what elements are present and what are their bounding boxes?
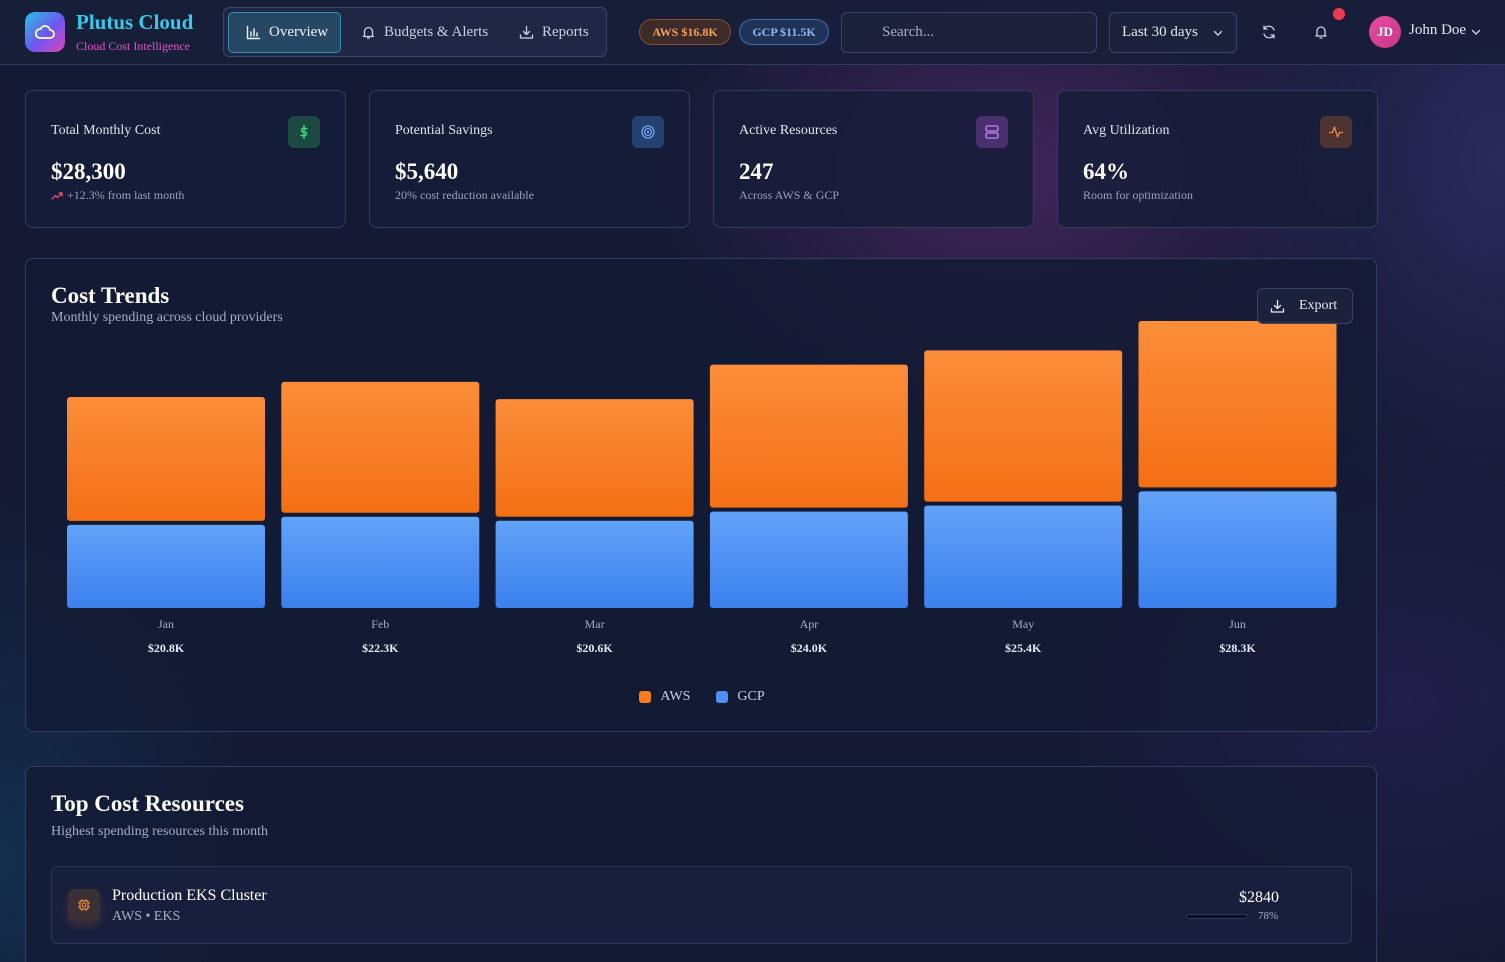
refresh-button[interactable]	[1255, 18, 1283, 46]
tab-budgets-alerts[interactable]: Budgets & Alerts	[361, 12, 511, 53]
main-nav: Overview Budgets & Alerts Reports	[223, 7, 607, 57]
x-tick-label: Mar	[585, 617, 605, 631]
brand-tagline: Cloud Cost Intelligence	[76, 39, 190, 53]
aws-cost-badge[interactable]: AWS $16.8K	[639, 19, 731, 45]
legend-label-gcp: GCP	[737, 689, 765, 704]
server-icon	[976, 116, 1008, 148]
stat-subtext-label: +12.3% from last month	[67, 188, 185, 202]
stat-value: $5,640	[395, 159, 459, 184]
brand-name: Plutus Cloud	[76, 10, 194, 34]
x-tick-label: Apr	[800, 617, 819, 631]
legend-swatch-aws	[639, 691, 652, 703]
download-icon	[1270, 299, 1285, 313]
date-range-value: Last 30 days	[1122, 24, 1198, 40]
bar-gcp-apr[interactable]	[709, 511, 908, 608]
stat-title: Total Monthly Cost	[51, 123, 161, 138]
bar-aws-jun[interactable]	[1138, 321, 1337, 488]
resource-meta: AWS • EKS	[112, 909, 181, 924]
dollar-icon	[288, 116, 320, 148]
stat-card-active-resources: Active Resources 247 Across AWS & GCP	[713, 90, 1034, 228]
tab-overview-label: Overview	[269, 24, 329, 40]
bar-chart-icon	[246, 25, 261, 40]
search-input[interactable]: Search...	[841, 12, 1097, 53]
bar-total-label: $20.8K	[148, 641, 185, 655]
activity-icon	[1320, 116, 1352, 148]
stat-card-potential-savings: Potential Savings $5,640 20% cost reduct…	[369, 90, 690, 228]
stat-subtext: +12.3% from last month	[51, 188, 184, 203]
user-name[interactable]: John Doe	[1409, 22, 1466, 39]
refresh-icon	[1263, 25, 1275, 39]
bar-total-label: $25.4K	[1005, 641, 1042, 655]
x-tick-label: May	[1012, 617, 1034, 631]
utilization-percent: 78%	[1258, 910, 1279, 922]
tab-budgets-alerts-label: Budgets & Alerts	[384, 24, 489, 40]
resource-name: Production EKS Cluster	[112, 887, 267, 904]
cost-trends-subtitle: Monthly spending across cloud providers	[51, 310, 283, 325]
legend-item-aws[interactable]: AWS	[639, 689, 690, 705]
bar-aws-mar[interactable]	[495, 399, 694, 517]
chevron-down-icon[interactable]	[1470, 26, 1482, 38]
bar-aws-jan[interactable]	[67, 397, 265, 521]
export-button[interactable]: Export	[1257, 288, 1353, 324]
stat-subtext: Room for optimization	[1083, 188, 1193, 202]
utilization-bar	[1186, 914, 1248, 919]
cpu-icon	[68, 889, 100, 921]
top-cost-resources-panel: Top Cost Resources Highest spending reso…	[25, 766, 1377, 962]
notifications-button[interactable]	[1307, 18, 1335, 46]
bar-total-label: $24.0K	[791, 641, 828, 655]
gcp-cost-badge[interactable]: GCP $11.5K	[739, 19, 829, 45]
chevron-down-icon	[1213, 30, 1223, 36]
top-bar: Plutus Cloud Cloud Cost Intelligence Ove…	[0, 0, 1505, 65]
bar-gcp-jun[interactable]	[1138, 491, 1337, 608]
stat-value: 64%	[1083, 159, 1129, 184]
top-resources-subtitle: Highest spending resources this month	[51, 824, 268, 839]
bar-total-label: $20.6K	[576, 641, 613, 655]
bar-gcp-jan[interactable]	[67, 524, 265, 608]
stat-title: Active Resources	[739, 123, 838, 138]
legend-label-aws: AWS	[660, 689, 691, 704]
stat-value: $28,300	[51, 159, 126, 184]
tab-reports[interactable]: Reports	[519, 12, 604, 53]
x-tick-label: Feb	[371, 617, 389, 631]
notification-dot	[1333, 8, 1345, 20]
x-tick-label: Jun	[1229, 617, 1246, 631]
x-tick-label: Jan	[158, 617, 174, 631]
bar-aws-may[interactable]	[924, 350, 1123, 502]
chart-legend: AWS GCP	[26, 689, 1378, 705]
stat-title: Potential Savings	[395, 123, 493, 138]
resource-cost: $2840	[1239, 889, 1279, 906]
bar-gcp-feb[interactable]	[281, 516, 480, 608]
top-resources-title: Top Cost Resources	[51, 791, 244, 816]
bell-icon	[1315, 26, 1327, 39]
tab-overview[interactable]: Overview	[228, 12, 341, 53]
stat-subtext: Across AWS & GCP	[739, 188, 840, 202]
download-icon	[519, 25, 534, 39]
list-item[interactable]: Production EKS Cluster AWS • EKS $2840 7…	[51, 866, 1352, 944]
bell-icon	[362, 26, 375, 39]
bar-aws-apr[interactable]	[709, 364, 908, 508]
legend-swatch-gcp	[716, 691, 729, 703]
bar-total-label: $22.3K	[362, 641, 399, 655]
utilization-bar-fill	[1187, 915, 1234, 918]
stat-value: 247	[739, 159, 774, 184]
stat-card-avg-utilization: Avg Utilization 64% Room for optimizatio…	[1057, 90, 1378, 228]
stat-card-total-monthly-cost: Total Monthly Cost $28,300 +12.3% from l…	[25, 90, 346, 228]
cost-trends-chart: Jan $20.8K Feb $22.3K Mar $20.6K Apr $24.0K May $…	[67, 321, 1337, 655]
export-label: Export	[1299, 298, 1338, 313]
tab-reports-label: Reports	[542, 24, 589, 40]
trending-up-icon	[51, 191, 63, 200]
stat-title: Avg Utilization	[1083, 123, 1170, 138]
cost-trends-title: Cost Trends	[51, 283, 170, 308]
cost-trends-panel: Jan $20.8K Feb $22.3K Mar $20.6K Apr $24.0K May $…	[25, 258, 1377, 732]
date-range-select[interactable]: Last 30 days	[1109, 12, 1237, 53]
target-icon	[632, 116, 664, 148]
bar-gcp-mar[interactable]	[495, 520, 694, 608]
avatar[interactable]: JD	[1369, 16, 1401, 48]
bar-aws-feb[interactable]	[281, 381, 480, 513]
stat-subtext: 20% cost reduction available	[395, 188, 534, 202]
cloud-logo-icon[interactable]	[25, 12, 65, 52]
bar-gcp-may[interactable]	[924, 505, 1123, 608]
legend-item-gcp[interactable]: GCP	[716, 689, 765, 705]
bar-total-label: $28.3K	[1219, 641, 1256, 655]
